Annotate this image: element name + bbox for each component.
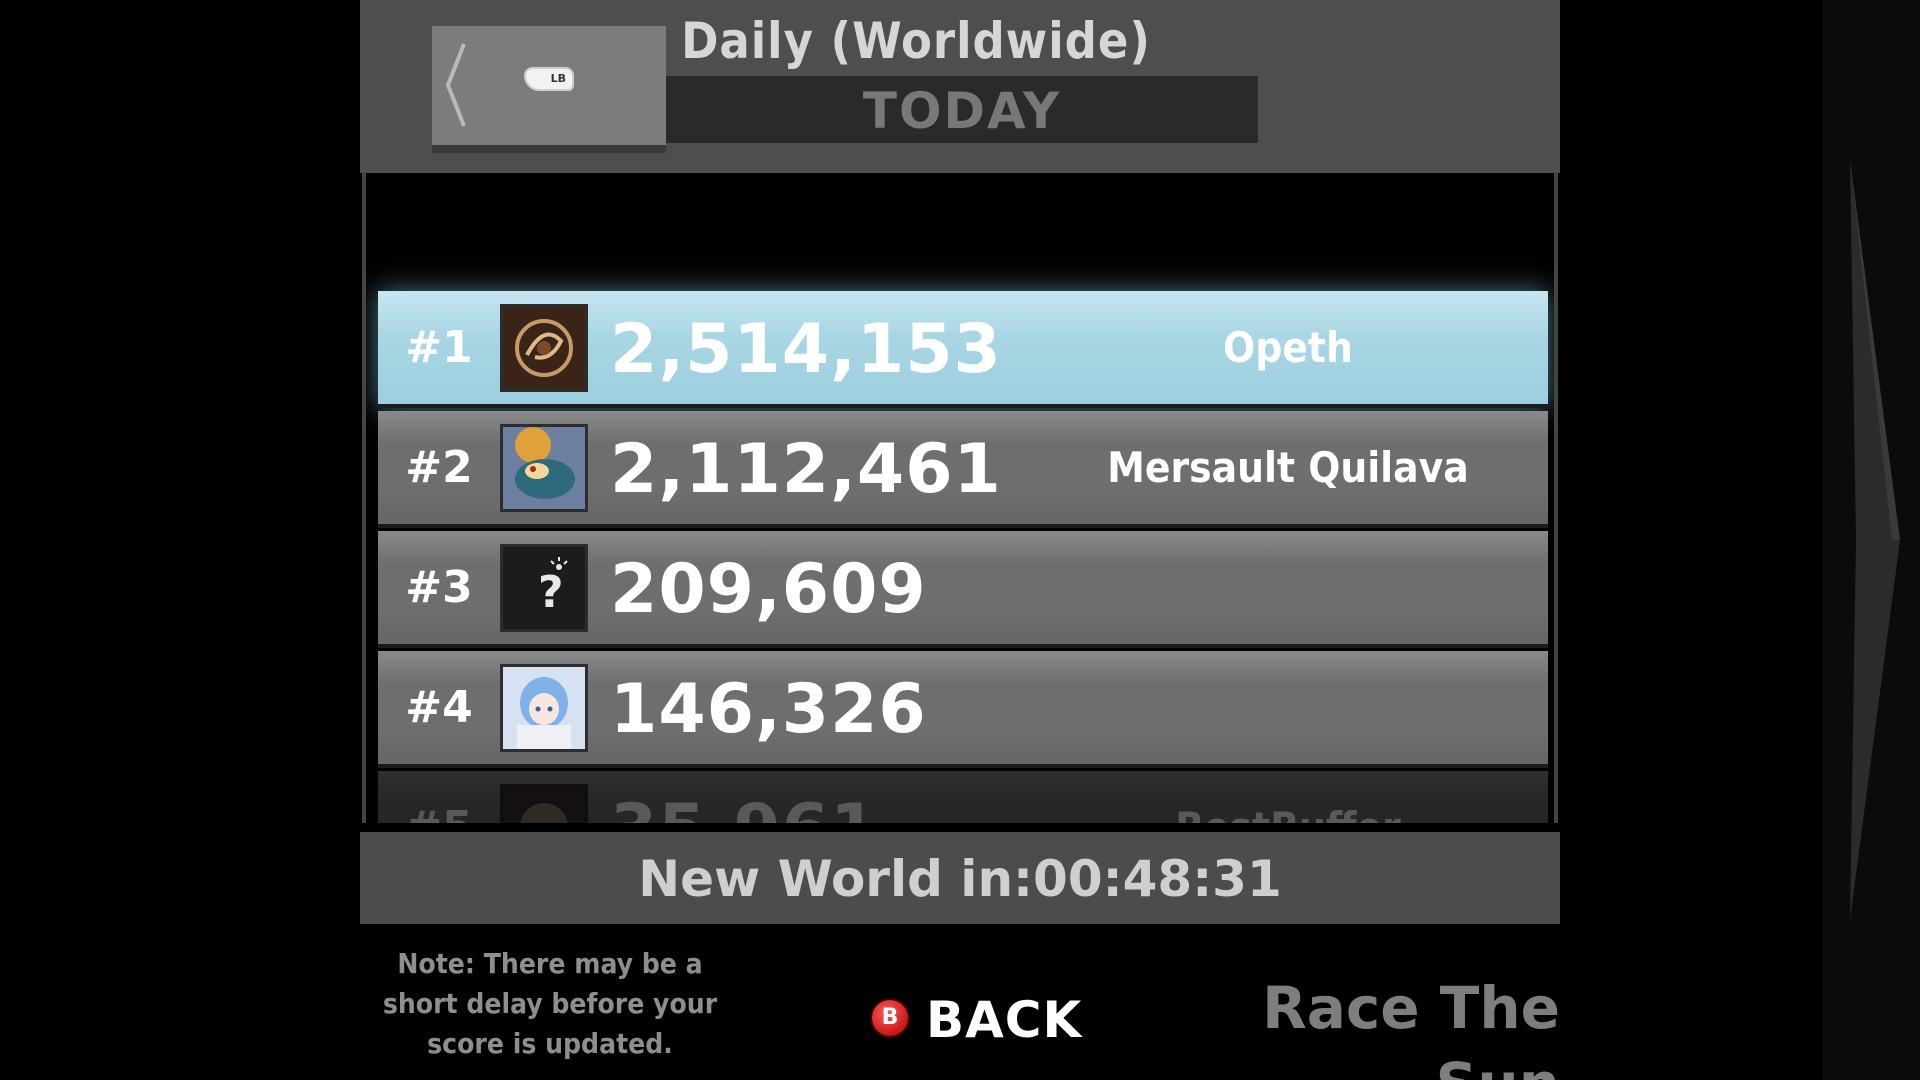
board-title: Daily (Worldwide) [681,12,1151,70]
leaderboard-row[interactable]: #3 ? 209,609 [378,531,1548,648]
chevron-left-icon [445,43,466,127]
period-selector[interactable]: TODAY [666,76,1258,143]
player-name: Opeth [1223,323,1353,372]
score-value: 2,112,461 [610,430,1002,509]
back-button[interactable]: B BACK [870,988,1081,1052]
chevron-right-icon [1850,160,1900,920]
player-name [1028,531,1548,644]
score-value: 35,961 [610,771,1030,823]
period-label: TODAY [862,82,1062,140]
score-value: 209,609 [610,550,927,629]
anime-avatar [500,664,588,752]
countdown-text: New World in:00:48:31 [638,850,1282,908]
leaderboard-row[interactable]: #4 146,326 [378,651,1548,768]
unknown-avatar: ? [500,544,588,632]
player-name [1028,651,1548,764]
previous-board-button[interactable]: LB [432,26,666,153]
svg-text:?: ? [538,567,564,618]
leaderboard-row[interactable]: #1 2,514,153 Opeth [378,291,1548,408]
lb-bumper-icon: LB [524,67,574,91]
next-page-panel[interactable] [1822,0,1920,1080]
game-title: Race The Sun [1262,974,1560,1080]
player-name: Mersault Quilava [1107,443,1469,492]
rank-label: #1 [405,322,473,373]
leaderboard-screen: LB Daily (Worldwide) TODAY #1 2,514,153 … [0,0,1920,1080]
leaderboard-row[interactable]: #5 35,961 BestBuffer [378,771,1548,823]
rank-label: #4 [405,682,473,733]
back-label: BACK [926,991,1083,1049]
delay-note: Note: There may be a short delay before … [382,947,718,1060]
rank-label: #5 [378,771,500,823]
sigil-avatar [500,304,588,392]
b-button-icon: B [872,1000,908,1036]
dark-avatar [500,784,588,823]
leaderboard-list[interactable]: #1 2,514,153 Opeth #2 2,112,461 Mersault… [362,173,1558,823]
leaderboard-row[interactable]: #2 2,112,461 Mersault Quilava [378,411,1548,528]
quilava-avatar [500,424,588,512]
score-value: 2,514,153 [610,310,1002,389]
countdown-bar: New World in:00:48:31 [360,832,1560,924]
rank-label: #2 [405,442,473,493]
rank-label: #3 [405,562,473,613]
leaderboard-header: LB Daily (Worldwide) TODAY [360,0,1560,173]
player-name: BestBuffer [1028,771,1548,823]
score-value: 146,326 [610,670,927,749]
